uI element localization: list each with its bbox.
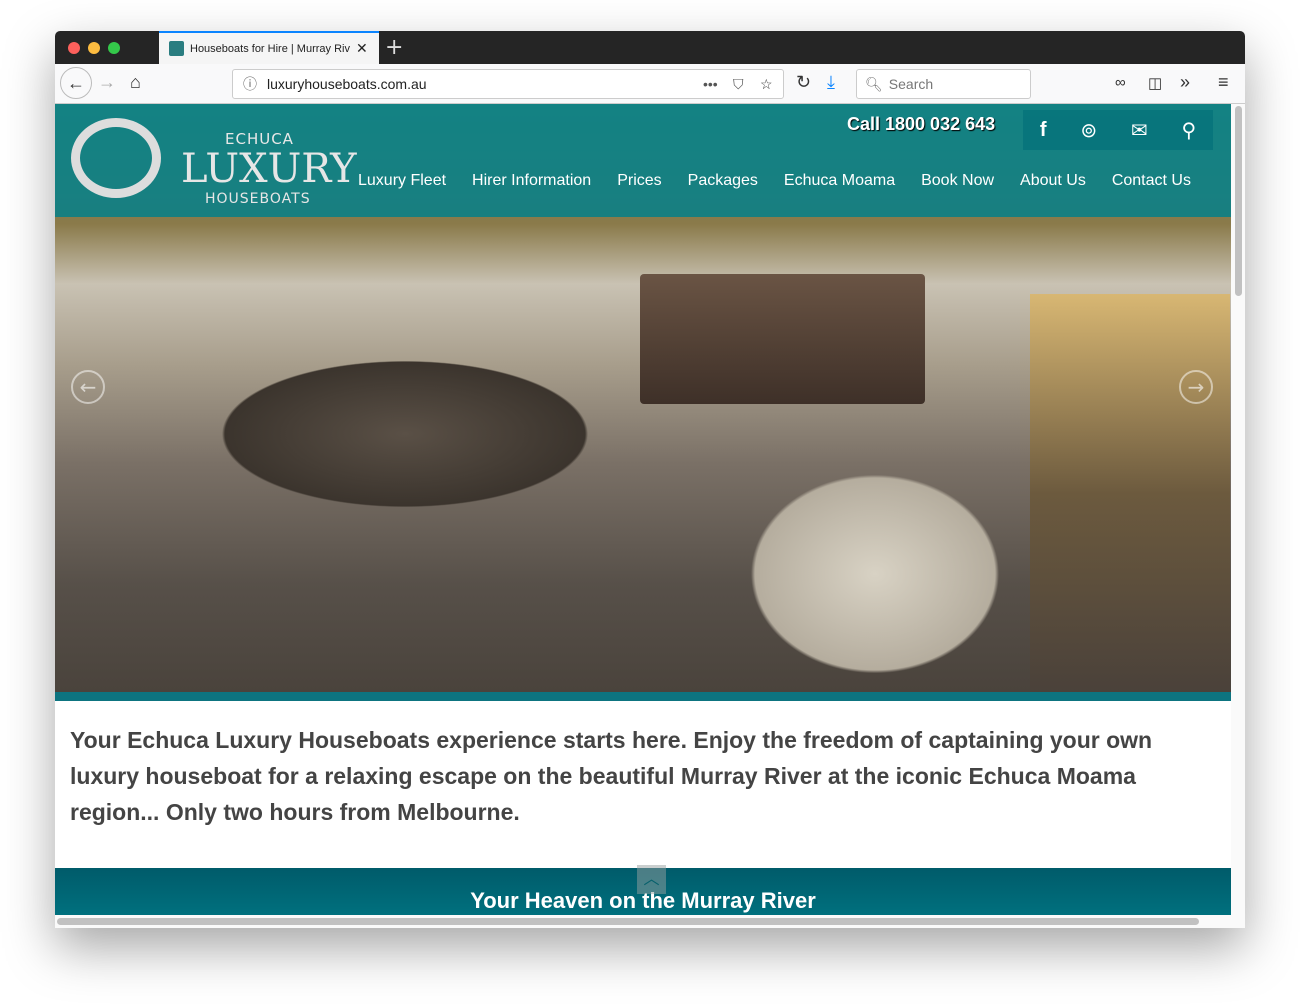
logo-line3: HOUSEBOATS <box>205 191 311 207</box>
private-mask-icon[interactable]: ∞ <box>1115 74 1126 91</box>
url-text: luxuryhouseboats.com.au <box>267 76 427 92</box>
pocket-icon[interactable]: ⛉ <box>733 76 744 93</box>
reload-button[interactable]: ↻ <box>796 72 811 93</box>
scroll-to-top-button[interactable]: ︿ <box>637 865 666 894</box>
call-link[interactable]: Call 1800 032 643 <box>847 114 995 135</box>
main-nav: Luxury Fleet Hirer Information Prices Pa… <box>345 172 1204 190</box>
nav-hirer-information[interactable]: Hirer Information <box>459 172 604 190</box>
forward-button[interactable]: → <box>98 72 116 93</box>
bookmark-star-icon[interactable]: ☆ <box>760 76 773 93</box>
web-page: ← → ECHUCA LUXURY HOUSEBOATS Call 1800 0… <box>55 104 1231 928</box>
search-input[interactable]: 🔍︎ Search <box>856 69 1031 99</box>
browser-tab[interactable]: Houseboats for Hire | Murray River ✕ <box>159 31 379 64</box>
spa-tub <box>640 274 925 404</box>
overflow-menu-icon[interactable]: » <box>1180 72 1190 93</box>
logo-emblem-icon <box>71 118 161 198</box>
maximize-window-button[interactable] <box>108 42 120 54</box>
nav-book-now[interactable]: Book Now <box>908 172 1007 190</box>
search-icon[interactable]: ⚲ <box>1181 118 1196 142</box>
new-tab-button[interactable]: + <box>385 35 403 60</box>
sidebar-icon[interactable]: ◫ <box>1148 74 1162 92</box>
horizontal-scrollbar[interactable] <box>55 915 1231 928</box>
site-header: ECHUCA LUXURY HOUSEBOATS Call 1800 032 6… <box>55 104 1231 217</box>
hamburger-menu-icon[interactable]: ≡ <box>1218 72 1229 93</box>
email-icon[interactable]: ✉ <box>1131 118 1148 142</box>
hero-divider <box>55 692 1231 701</box>
nav-toolbar: ← → ⌂ ⓘ luxuryhouseboats.com.au ••• ⛉ ☆ … <box>55 64 1245 104</box>
info-icon[interactable]: ⓘ <box>243 74 257 94</box>
nav-about-us[interactable]: About Us <box>1007 172 1099 190</box>
intro-text: Your Echuca Luxury Houseboats experience… <box>70 727 1153 825</box>
site-logo[interactable]: ECHUCA LUXURY HOUSEBOATS <box>69 116 357 207</box>
nav-packages[interactable]: Packages <box>675 172 771 190</box>
social-icons: f ⊚ ✉ ⚲ <box>1023 110 1213 150</box>
browser-window: Houseboats for Hire | Murray River ✕ + ←… <box>55 31 1245 928</box>
tripadvisor-icon[interactable]: ⊚ <box>1080 118 1097 142</box>
vertical-scrollbar[interactable] <box>1231 104 1245 928</box>
slider-next-icon[interactable]: → <box>1179 370 1213 404</box>
tab-title: Houseboats for Hire | Murray River <box>190 42 350 55</box>
close-window-button[interactable] <box>68 42 80 54</box>
back-button[interactable]: ← <box>60 67 92 99</box>
nav-contact-us[interactable]: Contact Us <box>1099 172 1204 190</box>
nav-echuca-moama[interactable]: Echuca Moama <box>771 172 908 190</box>
search-icon: 🔍︎ <box>865 75 883 92</box>
minimize-window-button[interactable] <box>88 42 100 54</box>
nav-luxury-fleet[interactable]: Luxury Fleet <box>345 172 459 190</box>
page-actions-icon[interactable]: ••• <box>703 76 718 92</box>
slider-prev-icon[interactable]: ← <box>71 370 105 404</box>
tab-bar: Houseboats for Hire | Murray River ✕ + <box>55 31 1245 64</box>
search-placeholder: Search <box>888 76 934 92</box>
facebook-icon[interactable]: f <box>1040 119 1047 142</box>
downloads-button[interactable]: ⤓ <box>827 72 835 93</box>
bbq-grill <box>1030 294 1230 694</box>
favicon-icon <box>169 41 184 56</box>
logo-line2: LUXURY <box>181 146 357 192</box>
home-button[interactable]: ⌂ <box>130 72 141 93</box>
close-tab-icon[interactable]: ✕ <box>356 40 368 57</box>
section-banner: ︿ Your Heaven on the Murray River <box>55 865 1231 915</box>
url-bar[interactable]: ⓘ luxuryhouseboats.com.au ••• ⛉ ☆ <box>232 69 784 99</box>
nav-prices[interactable]: Prices <box>604 172 674 190</box>
